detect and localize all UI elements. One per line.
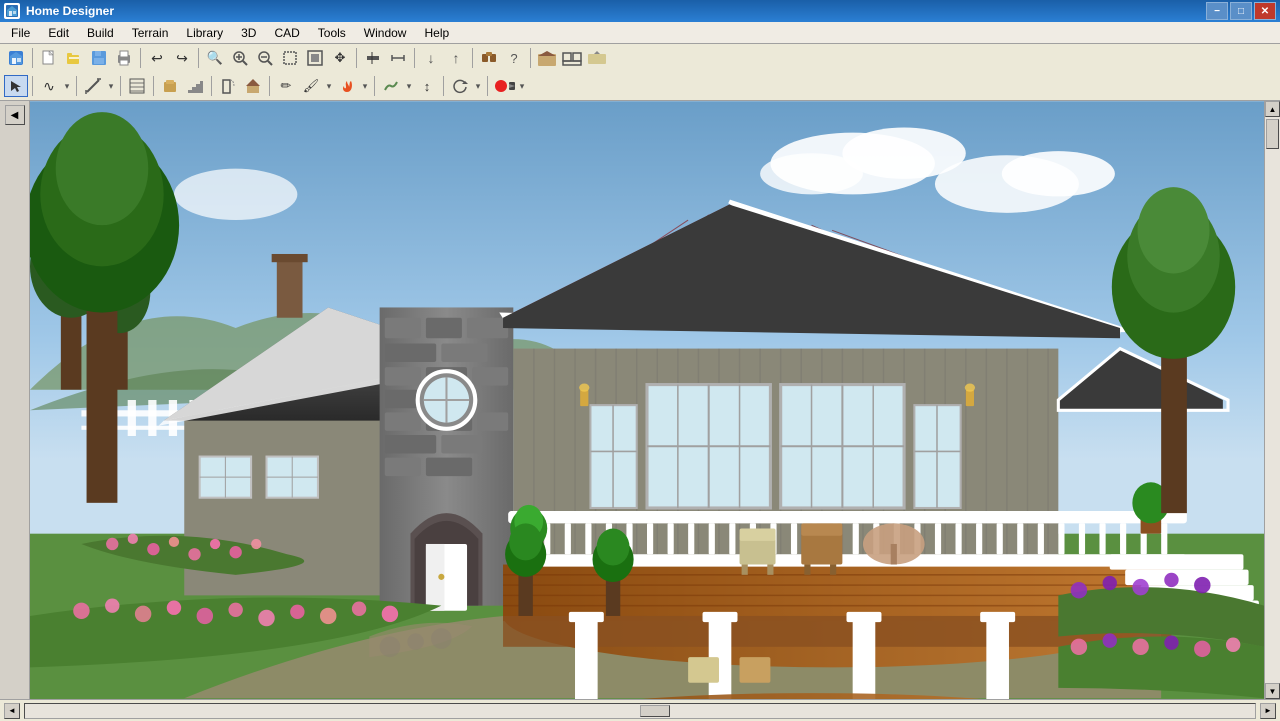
separator-t2-3 (120, 76, 121, 96)
separator-5 (414, 48, 415, 68)
paint-btn[interactable]: 🖌 (299, 75, 323, 97)
select-region-btn[interactable] (278, 47, 302, 69)
toolbar-row-1: ↩ ↪ 🔍 ✥ ↓ ↑ ? (0, 44, 1280, 72)
separator-t2-8 (443, 76, 444, 96)
separator-3 (198, 48, 199, 68)
menu-help[interactable]: Help (415, 23, 458, 43)
separator-t2-5 (211, 76, 212, 96)
roof-tool-btn[interactable] (241, 75, 265, 97)
separator-t2-9 (487, 76, 488, 96)
curve-tool-btn[interactable]: ∿ (37, 75, 61, 97)
library-objects-btn[interactable] (477, 47, 501, 69)
pan-btn[interactable]: ✥ (328, 47, 352, 69)
scroll-h-track[interactable] (24, 703, 1256, 719)
open-btn[interactable] (62, 47, 86, 69)
left-panel-toggle[interactable]: ◀ (5, 105, 25, 125)
app-icon (4, 3, 20, 19)
menu-3d[interactable]: 3D (232, 23, 265, 43)
toolbar-row-2: ∿ ▾ ▾ ✏ 🖌 ▾ ▾ (0, 72, 1280, 100)
line-dropdown[interactable]: ▾ (106, 75, 116, 97)
close-btn[interactable]: ✕ (1254, 2, 1276, 20)
title-bar: Home Designer − □ ✕ (0, 0, 1280, 22)
paint-dropdown[interactable]: ▾ (324, 75, 334, 97)
separator-t2-1 (32, 76, 33, 96)
floor-plan-btn[interactable] (560, 47, 584, 69)
hatch-btn[interactable] (125, 75, 149, 97)
toolbar-area: ↩ ↪ 🔍 ✥ ↓ ↑ ? (0, 44, 1280, 101)
line-tool-btn[interactable] (81, 75, 105, 97)
select-all-btn[interactable] (303, 47, 327, 69)
separator-4 (356, 48, 357, 68)
menu-cad[interactable]: CAD (265, 23, 308, 43)
left-panel: ◀ (0, 101, 30, 699)
stairs-btn[interactable] (183, 75, 207, 97)
separator-2 (140, 48, 141, 68)
maximize-btn[interactable]: □ (1230, 2, 1252, 20)
app-menu-icon-btn[interactable] (4, 47, 28, 69)
scroll-track[interactable] (1265, 117, 1280, 683)
dimension-btn[interactable] (386, 47, 410, 69)
object-btn[interactable] (158, 75, 182, 97)
terrain-dropdown[interactable]: ▾ (404, 75, 414, 97)
arrow-up-btn[interactable]: ↑ (444, 47, 468, 69)
fire-dropdown[interactable]: ▾ (360, 75, 370, 97)
curve-dropdown[interactable]: ▾ (62, 75, 72, 97)
fire-tool-btn[interactable] (335, 75, 359, 97)
undo-btn[interactable]: ↩ (145, 47, 169, 69)
main-area: ◀ (0, 101, 1280, 699)
app-title: Home Designer (26, 4, 1206, 18)
zoom-in-btn[interactable] (228, 47, 252, 69)
scroll-up-btn[interactable]: ▲ (1265, 101, 1280, 117)
zoom-out-btn[interactable] (253, 47, 277, 69)
menu-window[interactable]: Window (355, 23, 416, 43)
wall-add-btn[interactable] (361, 47, 385, 69)
arrow-down-btn[interactable]: ↓ (419, 47, 443, 69)
door-tool-btn[interactable] (216, 75, 240, 97)
canvas-area[interactable] (30, 101, 1264, 699)
record-btn[interactable] (492, 75, 516, 97)
menu-file[interactable]: File (2, 23, 39, 43)
menu-terrain[interactable]: Terrain (123, 23, 178, 43)
separator-t2-2 (76, 76, 77, 96)
scroll-right-btn[interactable]: ► (1260, 703, 1276, 719)
separator-7 (530, 48, 531, 68)
record-dropdown[interactable]: ▾ (517, 75, 527, 97)
rotate-tool-btn[interactable] (448, 75, 472, 97)
separator-t2-6 (269, 76, 270, 96)
rotate-dropdown[interactable]: ▾ (473, 75, 483, 97)
scroll-thumb[interactable] (1266, 119, 1279, 149)
separator-t2-4 (153, 76, 154, 96)
terrain-tool-btn[interactable] (379, 75, 403, 97)
house-illustration (30, 101, 1264, 699)
menu-tools[interactable]: Tools (309, 23, 355, 43)
pointer-tool-btn[interactable] (4, 75, 28, 97)
window-controls: − □ ✕ (1206, 2, 1276, 20)
new-btn[interactable] (37, 47, 61, 69)
menu-library[interactable]: Library (177, 23, 232, 43)
exterior-view-btn[interactable] (535, 47, 559, 69)
move-tool-btn[interactable]: ↕ (415, 75, 439, 97)
scroll-down-btn[interactable]: ▼ (1265, 683, 1280, 699)
save-btn[interactable] (87, 47, 111, 69)
print-btn[interactable] (112, 47, 136, 69)
scroll-left-btn[interactable]: ◄ (4, 703, 20, 719)
separator-1 (32, 48, 33, 68)
redo-btn[interactable]: ↪ (170, 47, 194, 69)
separator-t2-7 (374, 76, 375, 96)
menu-build[interactable]: Build (78, 23, 123, 43)
help-btn[interactable]: ? (502, 47, 526, 69)
menu-bar: File Edit Build Terrain Library 3D CAD T… (0, 22, 1280, 44)
scroll-h-thumb[interactable] (640, 705, 670, 717)
separator-6 (472, 48, 473, 68)
right-scrollbar: ▲ ▼ (1264, 101, 1280, 699)
minimize-btn[interactable]: − (1206, 2, 1228, 20)
menu-edit[interactable]: Edit (39, 23, 78, 43)
pencil-tool-btn[interactable]: ✏ (274, 75, 298, 97)
export-btn[interactable] (585, 47, 609, 69)
search-btn[interactable]: 🔍 (203, 47, 227, 69)
status-bar: ◄ ► (0, 699, 1280, 721)
